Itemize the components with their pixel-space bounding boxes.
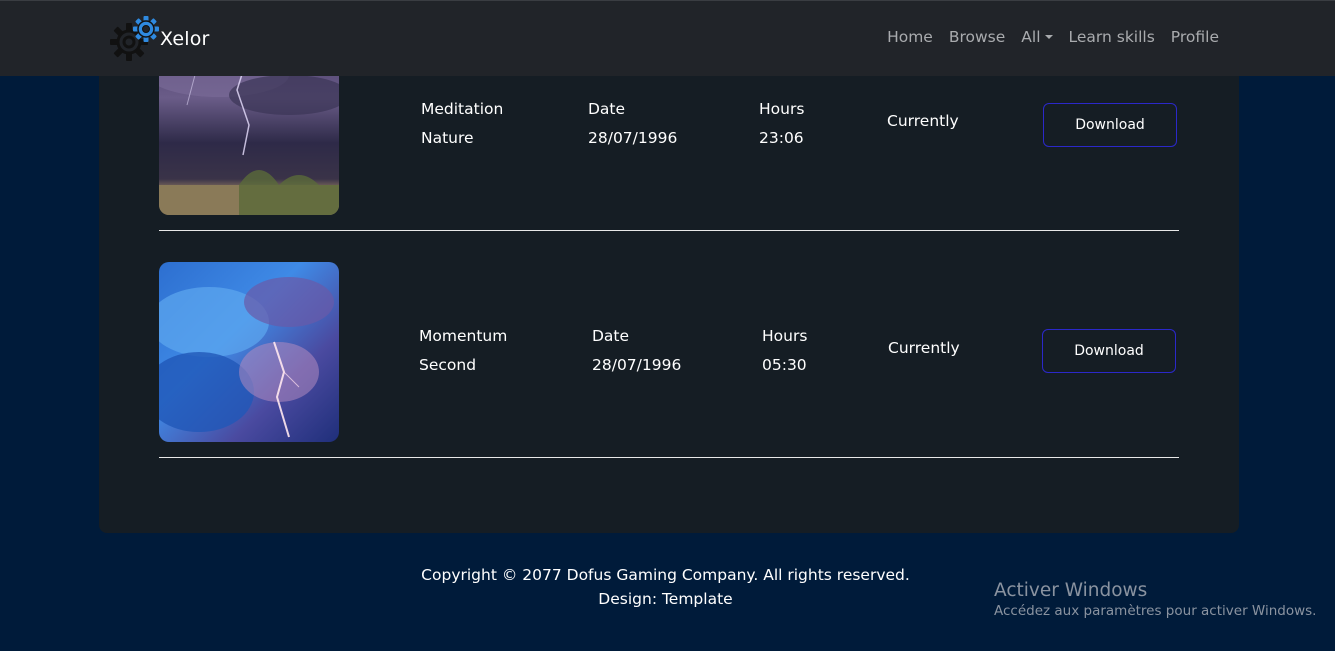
watermark-title: Activer Windows <box>994 580 1148 601</box>
download-button[interactable]: Download <box>1043 103 1177 147</box>
nav-all-dropdown[interactable]: All <box>1021 28 1053 46</box>
storm-clouds-thumbnail <box>159 262 339 442</box>
row-divider <box>159 230 1179 231</box>
download-date: Date 28/07/1996 <box>592 322 681 380</box>
download-hours: Hours 05:30 <box>762 322 807 380</box>
download-date: Date 28/07/1996 <box>588 95 677 153</box>
nav-home[interactable]: Home <box>887 28 933 46</box>
nav-profile[interactable]: Profile <box>1171 28 1219 46</box>
caret-down-icon <box>1044 34 1053 39</box>
name-line2: Second <box>419 356 477 374</box>
hours-label: Hours <box>762 327 808 345</box>
nav-browse[interactable]: Browse <box>949 28 1005 46</box>
date-value: 28/07/1996 <box>592 356 682 374</box>
nav-learn-skills[interactable]: Learn skills <box>1069 28 1155 46</box>
name-line1: Meditation <box>421 100 504 118</box>
top-navbar: Xelor Home Browse All Learn skills Profi… <box>0 0 1335 76</box>
download-status: Currently <box>887 112 959 130</box>
downloads-panel: Meditation Nature Date 28/07/1996 Hours … <box>99 35 1239 533</box>
name-line1: Momentum <box>419 327 508 345</box>
watermark-subtitle: Accédez aux paramètres pour activer Wind… <box>994 603 1317 619</box>
download-hours: Hours 23:06 <box>759 95 804 153</box>
gears-logo-icon <box>108 15 162 63</box>
name-line2: Nature <box>421 129 474 147</box>
download-name: Momentum Second <box>419 322 507 380</box>
date-label: Date <box>588 100 626 118</box>
row-divider <box>159 457 1179 458</box>
hours-value: 23:06 <box>759 129 804 147</box>
download-button[interactable]: Download <box>1042 329 1176 373</box>
date-label: Date <box>592 327 630 345</box>
brand-link[interactable]: Xelor <box>108 15 210 63</box>
hours-label: Hours <box>759 100 805 118</box>
brand-name: Xelor <box>160 28 210 50</box>
nav-all-label: All <box>1021 28 1041 46</box>
download-name: Meditation Nature <box>421 95 503 153</box>
nav-links: Home Browse All Learn skills Profile <box>871 28 1219 46</box>
date-value: 28/07/1996 <box>588 129 678 147</box>
download-status: Currently <box>888 339 960 357</box>
windows-activation-watermark: Activer Windows Accédez aux paramètres p… <box>994 580 1316 619</box>
hours-value: 05:30 <box>762 356 807 374</box>
